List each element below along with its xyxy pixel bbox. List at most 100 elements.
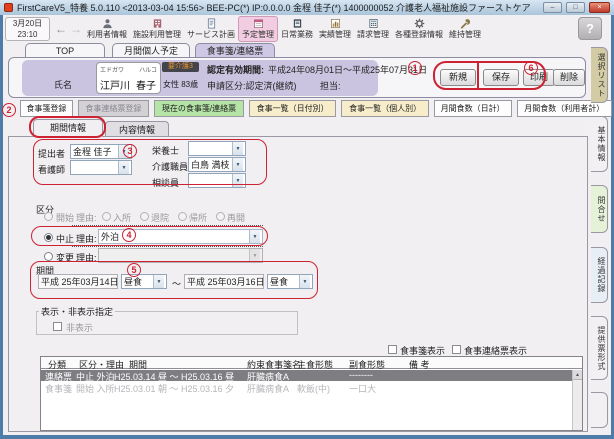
chevron-down-icon: ▼ bbox=[232, 142, 243, 155]
app-logo-icon bbox=[4, 3, 13, 12]
nurse-select[interactable]: ▼ bbox=[70, 160, 132, 175]
new-button[interactable]: 新規 bbox=[440, 69, 476, 86]
list-scrollbar[interactable]: ▲ bbox=[572, 370, 582, 430]
reason-admission-label: 入所 bbox=[113, 211, 131, 224]
time-text: 23:10 bbox=[6, 29, 49, 40]
nav-facility-management[interactable]: 施設利用管理 bbox=[130, 17, 184, 41]
help-button[interactable]: ? bbox=[578, 17, 602, 40]
care-level-badge: 要介護3 bbox=[162, 62, 199, 72]
side-tab-blank[interactable] bbox=[591, 392, 608, 428]
tab-meal-ticket[interactable]: 食事箋/連絡票 bbox=[195, 43, 275, 58]
start-reason-label: 理由: bbox=[76, 211, 97, 224]
list-row-selected[interactable]: 連絡票 中止 外泊 H25.03.14 昼 ～ H25.03.16 昼 肝臓病食… bbox=[41, 370, 572, 381]
reason-restart-radio[interactable] bbox=[216, 212, 225, 221]
nurse-label: 看護師 bbox=[38, 163, 65, 176]
stop-radio-label: 中止 bbox=[56, 232, 74, 245]
list-header-row: 分類 区分・理由 期間 約束食事箋名 主食形態 副食形態 備 考 bbox=[41, 357, 582, 369]
tab-meal-list-by-person[interactable]: 食事一覧（個人別） bbox=[341, 100, 429, 117]
side-tab-delivery-form[interactable]: 提供票形式 bbox=[591, 316, 608, 380]
scroll-up-icon[interactable]: ▲ bbox=[573, 370, 582, 380]
chevron-down-icon: ▼ bbox=[118, 145, 129, 158]
patient-last-name: 江戸川 bbox=[100, 77, 130, 92]
cert-period-value: 平成24年08月01日～平成25年07月31日 bbox=[268, 63, 427, 76]
minimize-button[interactable]: – bbox=[543, 2, 562, 13]
user-icon bbox=[102, 18, 113, 29]
print-button[interactable]: 印刷 bbox=[523, 69, 555, 86]
meal-ticket-display-checkbox[interactable] bbox=[388, 345, 397, 354]
visibility-label: 表示・非表示指定 bbox=[39, 305, 115, 318]
close-button[interactable]: × bbox=[589, 2, 610, 13]
nav-results-management[interactable]: 実績管理 bbox=[316, 17, 354, 41]
delete-button[interactable]: 削除 bbox=[553, 69, 585, 86]
chevron-down-icon: ▼ bbox=[118, 161, 129, 174]
tab-monthly-personal-schedule[interactable]: 月間個人予定 bbox=[112, 43, 190, 58]
change-reason-select[interactable]: ▼ bbox=[98, 248, 263, 263]
gear-icon bbox=[414, 18, 425, 29]
main-toolbar: 利用者情報 施設利用管理 サービス計画 予定管理 日常業務 実績管理 請求管理 bbox=[84, 16, 436, 42]
list-row[interactable]: 食事箋 開始 入所 H25.03.01 朝 ～ H25.03.16 夕 肝臓病食… bbox=[41, 382, 572, 393]
tab-meal-report-register[interactable]: 食事連絡票登録 bbox=[78, 100, 150, 117]
chevron-down-icon: ▼ bbox=[249, 249, 260, 262]
change-radio[interactable] bbox=[44, 252, 53, 261]
calendar-icon bbox=[253, 18, 264, 29]
maximize-button[interactable]: □ bbox=[566, 2, 585, 13]
period-end-meal-select[interactable]: 昼食▼ bbox=[267, 274, 313, 289]
calculator-icon bbox=[368, 18, 379, 29]
tab-meal-ticket-register[interactable]: 食事箋登録 bbox=[20, 100, 73, 117]
tab-meal-list-by-date[interactable]: 食事一覧（日付別） bbox=[249, 100, 337, 117]
change-reason-label: 理由: bbox=[76, 251, 97, 264]
meal-ticket-list: 分類 区分・理由 期間 約束食事箋名 主食形態 副食形態 備 考 連絡票 中止 … bbox=[40, 356, 583, 431]
period-start-meal-select[interactable]: 昼食▼ bbox=[121, 274, 167, 289]
datetime-button[interactable]: 3月20日 23:10 bbox=[5, 17, 50, 41]
reason-discharge-radio[interactable] bbox=[140, 212, 149, 221]
nav-billing-management[interactable]: 請求管理 bbox=[354, 17, 392, 41]
chevron-down-icon: ▼ bbox=[153, 275, 164, 288]
counselor-select[interactable]: ▼ bbox=[188, 173, 246, 188]
hide-checkbox[interactable] bbox=[53, 322, 62, 331]
tab-top[interactable]: TOP bbox=[25, 43, 105, 58]
divider bbox=[72, 246, 263, 247]
nav-service-plan[interactable]: サービス計画 bbox=[184, 17, 238, 41]
patient-name-box: エドガワ ハルコ 江戸川 春子 bbox=[96, 62, 161, 94]
hide-checkbox-label: 非表示 bbox=[66, 321, 93, 334]
start-radio-label: 開始 bbox=[56, 211, 74, 224]
visibility-group: 表示・非表示指定 非表示 bbox=[36, 305, 298, 335]
side-tab-selection-list[interactable]: 選択リスト bbox=[591, 47, 608, 103]
side-tab-progress-record[interactable]: 経過記録 bbox=[591, 247, 608, 303]
back-arrow-icon[interactable]: ← bbox=[55, 22, 67, 36]
reason-return-radio[interactable] bbox=[178, 212, 187, 221]
side-tab-basic-info[interactable]: 基本情報 bbox=[591, 116, 608, 172]
nav-maintenance[interactable]: 維持管理 bbox=[446, 17, 484, 41]
nutritionist-select[interactable]: ▼ bbox=[188, 141, 246, 156]
period-end-date-select[interactable]: 平成 25年03月16日▼ bbox=[184, 274, 264, 289]
tab-current-meal-ticket[interactable]: 現在の食事箋/連絡票 bbox=[154, 100, 244, 117]
period-start-date-select[interactable]: 平成 25年03月14日▼ bbox=[38, 274, 118, 289]
nav-user-info[interactable]: 利用者情報 bbox=[84, 17, 130, 41]
nav-registration-info[interactable]: 各種登録情報 bbox=[392, 17, 446, 41]
function-tab-row: 食事箋登録 食事連絡票登録 現在の食事箋/連絡票 食事一覧（日付別） 食事一覧（… bbox=[20, 100, 612, 117]
subtab-period-info[interactable]: 期間情報 bbox=[33, 119, 103, 137]
reason-admission-radio[interactable] bbox=[102, 212, 111, 221]
stop-radio[interactable] bbox=[44, 233, 53, 242]
forward-arrow-icon[interactable]: → bbox=[70, 22, 82, 36]
subtab-content-info[interactable]: 内容情報 bbox=[105, 121, 169, 137]
chevron-down-icon: ▼ bbox=[232, 174, 243, 187]
start-radio[interactable] bbox=[44, 212, 53, 221]
application-window: FirstCareV5_特養 5.0.110 <2013-03-04 15:56… bbox=[0, 0, 614, 439]
nav-daily-work[interactable]: 日常業務 bbox=[278, 17, 316, 41]
submitter-label: 提出者 bbox=[38, 147, 65, 160]
save-button[interactable]: 保存 bbox=[483, 69, 519, 86]
nav-schedule-management[interactable]: 予定管理 bbox=[238, 16, 278, 42]
annotation-divider-line bbox=[477, 62, 479, 89]
care-worker-select[interactable]: 白鳥 満枝▼ bbox=[188, 157, 246, 172]
stop-reason-select[interactable]: 外泊▼ bbox=[98, 229, 263, 244]
care-worker-label: 介護職員 bbox=[152, 160, 188, 173]
building-icon bbox=[152, 18, 163, 29]
submitter-select[interactable]: 金程 佳子▼ bbox=[70, 144, 132, 159]
reason-restart-label: 再開 bbox=[227, 211, 245, 224]
furigana-last: エドガワ bbox=[100, 65, 124, 74]
meal-report-display-checkbox[interactable] bbox=[452, 345, 461, 354]
tab-monthly-meals-daily-total[interactable]: 月間食数（日計） bbox=[434, 100, 512, 117]
side-tab-inquiry[interactable]: 問合せ bbox=[591, 185, 608, 233]
counselor-label: 相談員 bbox=[152, 176, 179, 189]
